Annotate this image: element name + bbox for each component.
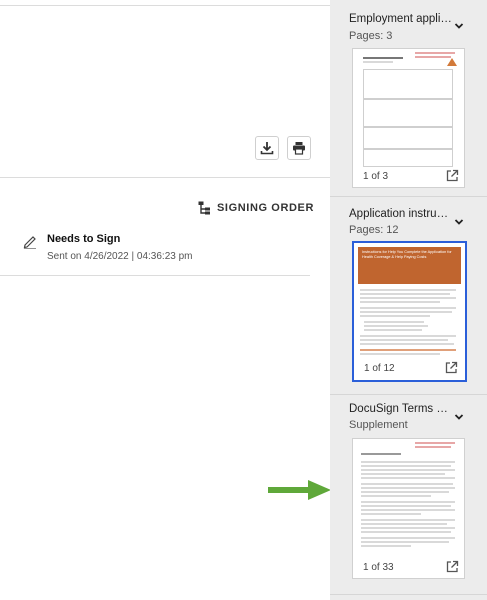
thumb-line <box>361 537 455 539</box>
signing-order-label: SIGNING ORDER <box>217 202 315 214</box>
page-indicator: 1 of 33 <box>363 562 394 573</box>
signing-order-button[interactable]: SIGNING ORDER <box>198 201 314 215</box>
thumb-line <box>360 315 430 317</box>
document-pages: Pages: 3 <box>349 30 393 42</box>
external-link-icon[interactable] <box>445 361 458 374</box>
documents-sidebar: Employment appli… Pages: 3 1 of 3 Applic… <box>330 0 487 600</box>
thumb-line <box>361 473 445 475</box>
document-title: DocuSign Terms … <box>349 403 448 415</box>
thumb-line <box>360 311 452 313</box>
thumb-line <box>360 307 456 309</box>
document-thumbnail-selected[interactable]: Instructions for Help You Complete the A… <box>352 241 467 382</box>
thumb-line <box>364 321 424 323</box>
thumb-line <box>361 465 451 467</box>
thumb-line <box>361 519 455 521</box>
document-pages: Pages: 12 <box>349 224 399 236</box>
page-indicator: 1 of 12 <box>364 363 395 374</box>
thumb-line <box>361 505 451 507</box>
thumb-line <box>361 495 431 497</box>
document-card[interactable]: Application instru… Pages: 12 Instructio… <box>330 197 487 393</box>
thumb-line <box>364 329 422 331</box>
thumb-line <box>360 301 440 303</box>
thumb-line <box>361 531 451 533</box>
thumb-line <box>360 343 454 345</box>
status-sent-time: Sent on 4/26/2022 | 04:36:23 pm <box>47 251 193 262</box>
document-title: Employment appli… <box>349 13 452 25</box>
logo-icon <box>447 58 457 66</box>
thumb-line <box>361 501 455 503</box>
document-subtitle: Supplement <box>349 419 408 431</box>
thumb-line <box>415 442 455 444</box>
thumb-line <box>360 353 440 355</box>
thumb-line <box>361 509 455 511</box>
card-divider <box>330 594 487 595</box>
chevron-down-icon[interactable] <box>454 413 464 421</box>
thumb-line <box>360 289 456 291</box>
thumb-form-section <box>363 69 453 99</box>
thumb-line <box>361 453 401 455</box>
print-icon <box>293 142 305 155</box>
divider <box>0 5 330 6</box>
thumb-line <box>361 469 455 471</box>
thumb-line <box>415 52 455 54</box>
print-button[interactable] <box>287 136 311 160</box>
thumb-line <box>361 513 421 515</box>
main-panel: SIGNING ORDER Needs to Sign Sent on 4/26… <box>0 0 331 600</box>
thumb-line <box>415 56 451 58</box>
document-thumbnail[interactable]: 1 of 33 <box>352 438 465 579</box>
thumb-line <box>361 461 455 463</box>
thumb-form-section <box>363 149 453 167</box>
thumb-line <box>360 349 456 351</box>
divider <box>0 275 310 276</box>
thumb-line <box>361 477 455 479</box>
page-indicator: 1 of 3 <box>363 171 389 182</box>
thumb-line <box>361 541 449 543</box>
thumb-line <box>360 293 450 295</box>
thumb-line <box>361 491 449 493</box>
download-icon <box>260 142 274 155</box>
thumb-line <box>415 446 451 448</box>
green-arrow-annotation <box>268 480 331 500</box>
chevron-down-icon[interactable] <box>454 218 464 226</box>
divider <box>0 177 330 178</box>
thumb-line <box>360 335 456 337</box>
external-link-icon[interactable] <box>446 169 459 182</box>
external-link-icon[interactable] <box>446 560 459 573</box>
document-card[interactable]: DocuSign Terms … Supplement 1 of 33 <box>330 395 487 600</box>
download-button[interactable] <box>255 136 279 160</box>
thumb-banner: Instructions for Help You Complete the A… <box>358 247 461 284</box>
thumb-line <box>360 339 448 341</box>
thumb-line <box>364 325 428 327</box>
thumb-line <box>360 297 456 299</box>
thumb-form-section <box>363 127 453 149</box>
thumb-line <box>361 523 447 525</box>
document-title: Application instru… <box>349 208 449 220</box>
document-thumbnail[interactable]: 1 of 3 <box>352 48 465 188</box>
thumb-line <box>361 527 455 529</box>
thumb-line <box>361 487 455 489</box>
thumb-form-section <box>363 99 453 127</box>
status-title: Needs to Sign <box>47 233 121 245</box>
signing-order-icon <box>198 201 210 215</box>
thumb-banner-text: Instructions for Help You Complete the A… <box>362 250 452 259</box>
document-card[interactable]: Employment appli… Pages: 3 1 of 3 <box>330 0 487 196</box>
pencil-icon <box>23 236 36 249</box>
thumb-line <box>361 545 411 547</box>
thumb-line <box>361 483 453 485</box>
chevron-down-icon[interactable] <box>454 22 464 30</box>
thumb-line <box>363 57 403 59</box>
thumb-line <box>363 61 393 63</box>
